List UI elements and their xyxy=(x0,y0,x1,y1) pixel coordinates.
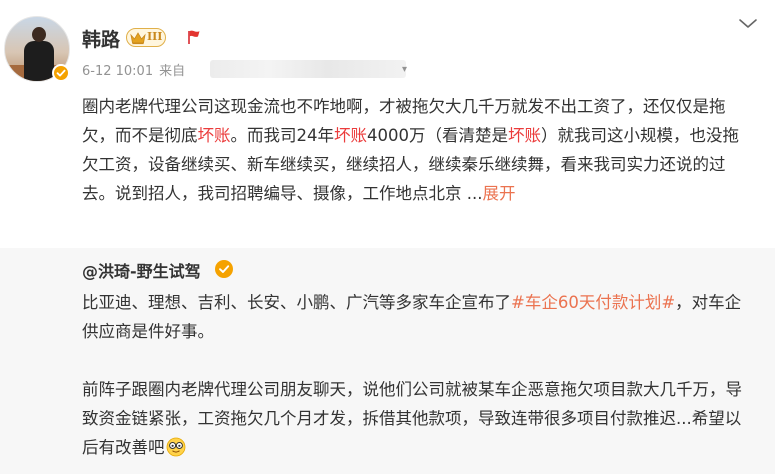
repost-text: 比亚迪、理想、吉利、长安、小鹏、广汽等多家车企宣布了 xyxy=(82,293,511,312)
content-text: 4000万（看清楚是 xyxy=(367,126,508,145)
highlight-text: 坏账 xyxy=(197,126,231,145)
post-meta: 6-12 10:01 来自 xyxy=(82,60,185,79)
post-content: 圈内老牌代理公司这现金流也不咋地啊，才被拖欠大几千万就发不出工资了，还仅仅是拖欠… xyxy=(82,92,754,208)
verified-badge-icon xyxy=(215,260,233,278)
highlight-text: 坏账 xyxy=(508,126,541,145)
avatar[interactable] xyxy=(4,16,72,84)
highlight-text: 坏账 xyxy=(334,126,367,145)
nerd-face-emoji-icon xyxy=(166,437,185,457)
chevron-down-icon[interactable] xyxy=(737,17,759,31)
verified-badge-icon xyxy=(52,64,70,82)
blurred-source-name xyxy=(210,60,406,78)
repost-author[interactable]: @洪琦-野生试驾 xyxy=(82,258,201,282)
expand-link[interactable]: 展开 xyxy=(482,184,515,203)
repost-paragraph: 前阵子跟圈内老牌代理公司朋友聊天，说他们公司就被某车企恶意拖欠项目款大几千万，导… xyxy=(82,375,754,462)
repost-paragraph: 比亚迪、理想、吉利、长安、小鹏、广汽等多家车企宣布了#车企60天付款计划#，对车… xyxy=(82,288,754,346)
content-text: 。而我司24年 xyxy=(230,126,335,145)
post-date[interactable]: 6-12 10:01 xyxy=(82,64,153,79)
level-text: III xyxy=(147,30,163,43)
weibo-post: 韩路 III 6-12 10:01 来自 ▾ 圈内老牌代理公司这现金流也不咋地啊，… xyxy=(0,0,775,474)
repost-card[interactable]: @洪琦-野生试驾 比亚迪、理想、吉利、长安、小鹏、广汽等多家车企宣布了#车企60… xyxy=(0,248,775,474)
source-prefix: 来自 xyxy=(159,64,186,79)
member-level-badge[interactable]: III xyxy=(126,28,166,47)
topic-link[interactable]: #车企60天付款计划# xyxy=(511,293,675,312)
flag-icon xyxy=(188,30,200,44)
username[interactable]: 韩路 xyxy=(82,25,120,52)
repost-content: 比亚迪、理想、吉利、长安、小鹏、广汽等多家车企宣布了#车企60天付款计划#，对车… xyxy=(82,288,754,462)
source-dropdown-icon: ▾ xyxy=(402,64,408,75)
crown-icon xyxy=(130,32,146,45)
